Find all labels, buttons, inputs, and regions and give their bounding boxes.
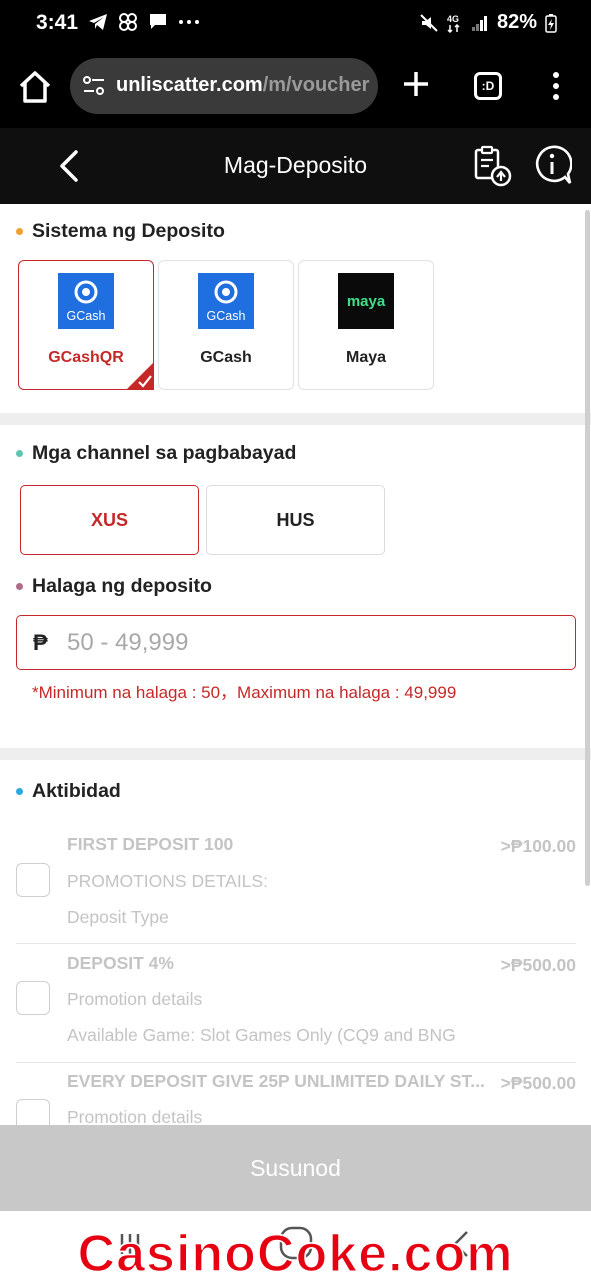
app-header: Mag-Deposito <box>0 128 591 204</box>
scrollbar[interactable] <box>585 210 590 886</box>
mute-icon <box>420 13 438 32</box>
deposit-records-icon[interactable] <box>472 144 514 188</box>
promo-name: FIRST DEPOSIT 100 <box>67 834 234 854</box>
promo-min-amount: >₱500.00 <box>500 1073 576 1093</box>
promo-item[interactable]: DEPOSIT 4% >₱500.00 Promotion details Av… <box>16 945 576 1063</box>
maya-logo-text: maya <box>347 293 386 310</box>
address-bar[interactable]: unliscatter.com/m/voucher <box>70 58 378 114</box>
svg-text:4G: 4G <box>447 14 459 24</box>
gcash-logo-icon: GCash <box>58 273 114 329</box>
site-settings-icon[interactable] <box>82 75 106 97</box>
payment-channel-title-text: Mga channel sa pagbabayad <box>32 442 297 464</box>
deposit-system-title-text: Sistema ng Deposito <box>32 220 225 242</box>
url-text[interactable]: unliscatter.com/m/voucher <box>116 74 369 97</box>
maya-logo-icon: maya <box>338 273 394 329</box>
promo-checkbox[interactable] <box>16 981 50 1015</box>
activity-title: Aktibidad <box>16 780 121 803</box>
promo-min-amount: >₱100.00 <box>500 836 576 856</box>
telegram-icon <box>89 14 107 30</box>
section-dot <box>16 788 23 795</box>
new-tab-icon[interactable] <box>400 68 432 100</box>
browser-toolbar: unliscatter.com/m/voucher :D <box>0 46 591 128</box>
deposit-amount-title-text: Halaga ng deposito <box>32 575 212 597</box>
section-dot <box>16 228 23 235</box>
section-dot <box>16 583 23 590</box>
message-icon <box>150 14 166 29</box>
status-bar: 3:41 4G 82% <box>0 0 591 46</box>
peso-currency-icon: ₱ <box>33 630 48 655</box>
payment-channel-title: Mga channel sa pagbabayad <box>16 442 296 465</box>
promo-detail-line: Available Game: Slot Games Only (CQ9 and… <box>67 1025 456 1045</box>
deposit-system-title: Sistema ng Deposito <box>16 220 225 243</box>
method-card-gcash[interactable]: GCash GCash <box>158 260 294 390</box>
network-4g-icon: 4G <box>447 14 460 33</box>
promo-min-amount: >₱500.00 <box>500 955 576 975</box>
system-status: 4G 82% <box>419 11 557 34</box>
amount-input[interactable] <box>67 624 557 662</box>
url-path: /m/voucher <box>262 74 370 96</box>
promo-detail-line: Deposit Type <box>67 907 169 927</box>
promo-item[interactable]: FIRST DEPOSIT 100 >₱100.00 PROMOTIONS DE… <box>16 826 576 944</box>
battery-percent: 82% <box>496 11 537 33</box>
deposit-amount-title: Halaga ng deposito <box>16 575 212 598</box>
status-time: 3:41 <box>36 11 79 34</box>
activity-title-text: Aktibidad <box>32 780 121 802</box>
submit-bar: Susunod <box>0 1125 591 1211</box>
promo-detail-line: PROMOTIONS DETAILS: <box>67 871 268 891</box>
selected-check-icon <box>126 362 154 390</box>
amount-field[interactable]: ₱ <box>16 615 576 670</box>
watermark-logo: CasinoCoke.com <box>77 1224 514 1280</box>
gcash-logo-text: GCash <box>67 309 106 323</box>
promo-checkbox[interactable] <box>16 863 50 897</box>
next-button[interactable]: Susunod <box>0 1125 591 1211</box>
battery-charging-icon <box>545 13 557 33</box>
promo-name: EVERY DEPOSIT GIVE 25P UNLIMITED DAILY S… <box>67 1071 485 1091</box>
home-icon[interactable] <box>16 68 54 106</box>
method-card-gcashqr[interactable]: GCash GCashQR <box>18 260 154 390</box>
section-divider <box>0 748 591 760</box>
pinwheel-icon <box>119 13 137 31</box>
promo-detail-line: Promotion details <box>67 989 203 1009</box>
channel-option-hus[interactable]: HUS <box>206 485 385 555</box>
channel-option-xus[interactable]: XUS <box>20 485 199 555</box>
help-info-icon[interactable] <box>532 144 572 188</box>
notification-icons <box>88 12 200 32</box>
section-divider <box>0 413 591 425</box>
section-dot <box>16 450 23 457</box>
method-label-maya: Maya <box>345 349 387 366</box>
amount-limit-hint: *Minimum na halaga : 50，Maximum na halag… <box>32 683 457 702</box>
gcash-logo-icon: GCash <box>198 273 254 329</box>
method-card-maya[interactable]: maya Maya <box>298 260 434 390</box>
promo-name: DEPOSIT 4% <box>67 953 174 973</box>
signal-icon <box>471 15 487 31</box>
method-label-gcash: GCash <box>200 349 252 366</box>
url-domain: unliscatter.com <box>116 74 263 96</box>
gcash-logo-text: GCash <box>207 309 246 323</box>
browser-menu-icon[interactable] <box>548 70 564 102</box>
more-notifications-icon <box>179 20 199 24</box>
tab-switcher-button[interactable]: :D <box>474 72 502 100</box>
